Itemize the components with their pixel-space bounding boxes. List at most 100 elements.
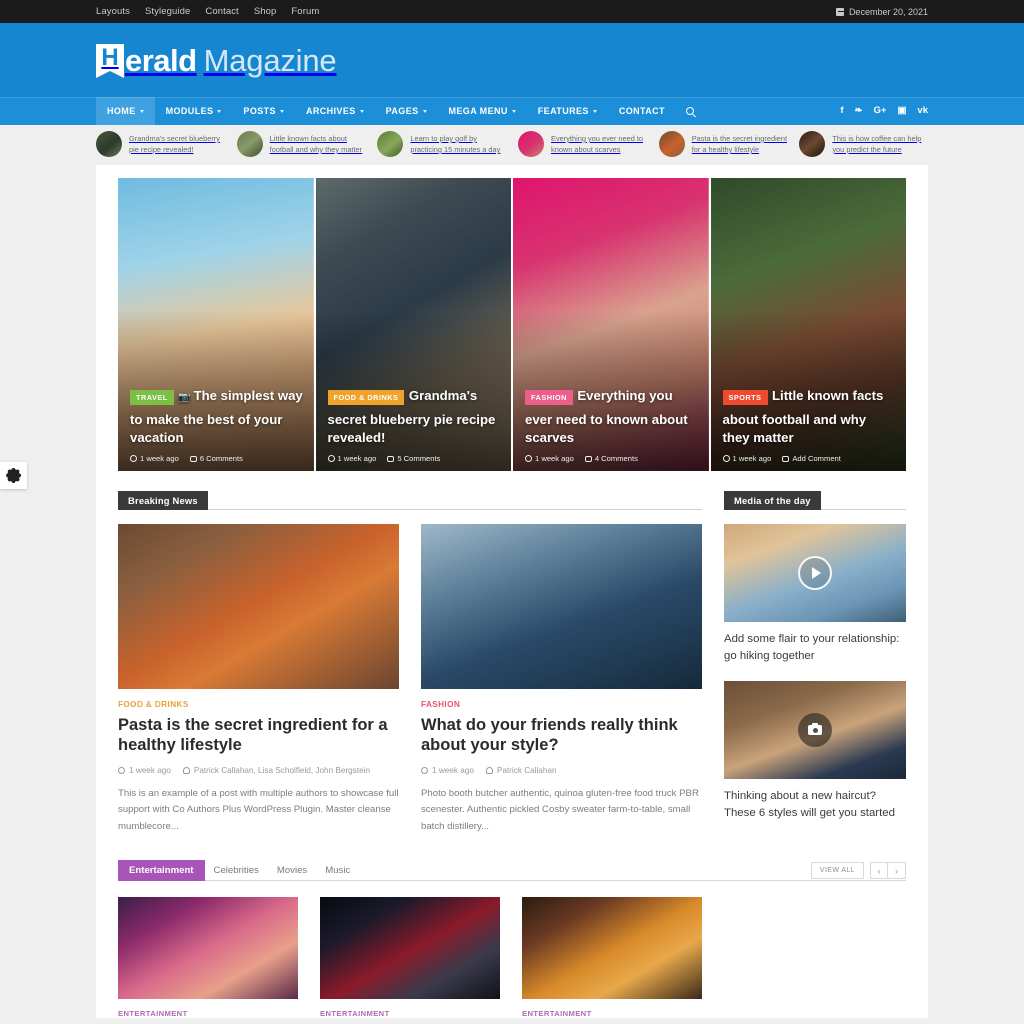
- hero-slide[interactable]: TRAVEL 📷 The simplest way to make the bes…: [118, 178, 314, 471]
- clock-icon: [421, 766, 428, 774]
- view-all-button[interactable]: VIEW ALL: [810, 862, 864, 880]
- entertainment-card[interactable]: ENTERTAINMENT: [522, 897, 702, 1018]
- media-thumbnail[interactable]: [724, 524, 906, 622]
- hero-category-badge[interactable]: TRAVEL: [130, 390, 174, 405]
- tab-cards: ENTERTAINMENT ENTERTAINMENT ENTERTAINMEN…: [118, 881, 906, 1018]
- nav-item-pages[interactable]: PAGES: [375, 97, 438, 125]
- vk-icon[interactable]: vk: [917, 106, 928, 116]
- ticker-item[interactable]: Everything you ever need to known about …: [518, 131, 647, 157]
- chevron-down-icon: [139, 109, 144, 113]
- card-thumbnail[interactable]: [118, 897, 298, 1000]
- hero-slide[interactable]: FASHION Everything you ever need to know…: [513, 178, 709, 471]
- post-title[interactable]: What do your friends really think about …: [421, 715, 702, 756]
- ticker-item[interactable]: Pasta is the secret ingredient for a hea…: [658, 131, 788, 157]
- nav-item-contact[interactable]: CONTACT: [608, 97, 676, 125]
- entertainment-card[interactable]: ENTERTAINMENT: [118, 897, 298, 1018]
- post-thumbnail[interactable]: [118, 524, 399, 689]
- hero-category-badge[interactable]: FOOD & DRINKS: [327, 390, 405, 405]
- instagram-icon[interactable]: ▣: [897, 106, 906, 116]
- comment-icon: [584, 455, 592, 462]
- post-card[interactable]: FOOD & DRINKS Pasta is the secret ingred…: [118, 524, 399, 835]
- nav-item-archives[interactable]: ARCHIVES: [295, 97, 375, 125]
- topbar-link-styleguide[interactable]: Styleguide: [145, 6, 190, 17]
- topbar-link-contact[interactable]: Contact: [205, 6, 238, 17]
- post-category[interactable]: FASHION: [421, 700, 702, 709]
- top-bar: Layouts Styleguide Contact Shop Forum De…: [0, 0, 1024, 23]
- hero-time-text: 1 week ago: [337, 454, 377, 463]
- ticker-item[interactable]: Learn to play golf by practicing 15 minu…: [377, 131, 506, 157]
- hero-caption: FOOD & DRINKS Grandma's secret blueberry…: [327, 387, 502, 463]
- facebook-icon[interactable]: f: [840, 106, 843, 116]
- nav-items: HOME MODULES POSTS ARCHIVES PAGES MEGA M…: [96, 97, 704, 125]
- ticker-item[interactable]: Little known facts about football and wh…: [236, 131, 366, 157]
- post-title[interactable]: Pasta is the secret ingredient for a hea…: [118, 715, 399, 756]
- camera-icon: 📷: [178, 392, 191, 403]
- ticker-label: This is how coffee can help you predict …: [832, 133, 922, 154]
- post-time: 1 week ago: [421, 766, 474, 775]
- chevron-down-icon: [592, 109, 597, 113]
- chevron-down-icon: [279, 109, 284, 113]
- post-authors: Patrick Callahan: [485, 766, 557, 775]
- card-category[interactable]: ENTERTAINMENT: [118, 1009, 298, 1018]
- media-thumbnail[interactable]: [724, 681, 906, 780]
- topbar-link-shop[interactable]: Shop: [254, 6, 277, 17]
- hero-category-badge[interactable]: SPORTS: [722, 390, 768, 405]
- media-title[interactable]: Thinking about a new haircut? These 6 st…: [724, 788, 906, 821]
- post-time: 1 week ago: [118, 766, 171, 775]
- nav-label-archives: ARCHIVES: [305, 106, 356, 116]
- nav-item-posts[interactable]: POSTS: [232, 97, 295, 125]
- card-thumbnail[interactable]: [320, 897, 500, 1000]
- nav-item-features[interactable]: FEATURES: [527, 97, 608, 125]
- hero-comments: 4 Comments: [584, 454, 638, 463]
- topbar-link-layouts[interactable]: Layouts: [96, 6, 130, 17]
- post-time-text: 1 week ago: [432, 765, 474, 775]
- site-logo[interactable]: H erald Magazine: [96, 42, 337, 78]
- tab-entertainment[interactable]: Entertainment: [118, 860, 205, 882]
- logo-text-light: Magazine: [203, 42, 337, 78]
- hero-slide[interactable]: SPORTS Little known facts about football…: [710, 178, 906, 471]
- media-title[interactable]: Add some flair to your relationship: go …: [724, 631, 906, 664]
- tab-movies[interactable]: Movies: [268, 861, 316, 880]
- hero-slide[interactable]: FOOD & DRINKS Grandma's secret blueberry…: [315, 178, 511, 471]
- card-thumbnail[interactable]: [522, 897, 702, 1000]
- tab-celebrities[interactable]: Celebrities: [205, 861, 268, 880]
- hero-meta: 1 week ago 5 Comments: [327, 454, 502, 463]
- post-excerpt: Photo booth butcher authentic, quinoa gl…: [421, 787, 699, 832]
- hero-time-text: 1 week ago: [535, 454, 574, 463]
- prev-arrow-button[interactable]: ‹: [870, 862, 888, 880]
- post-meta: 1 week ago Patrick Callahan: [421, 766, 702, 775]
- tab-controls: VIEW ALL ‹ ›: [810, 862, 906, 880]
- post-thumbnail[interactable]: [421, 524, 702, 689]
- hero-time-text: 1 week ago: [732, 454, 772, 463]
- settings-panel-toggle[interactable]: [0, 462, 27, 489]
- play-icon[interactable]: [798, 556, 832, 590]
- nav-item-home[interactable]: HOME: [96, 97, 155, 125]
- post-card[interactable]: FASHION What do your friends really thin…: [421, 524, 702, 835]
- next-arrow-button[interactable]: ›: [888, 862, 906, 880]
- card-category[interactable]: ENTERTAINMENT: [522, 1009, 702, 1018]
- authors-icon: [182, 766, 190, 774]
- tab-music[interactable]: Music: [316, 861, 359, 880]
- media-card[interactable]: Add some flair to your relationship: go …: [724, 524, 906, 664]
- topbar-link-forum[interactable]: Forum: [291, 6, 319, 17]
- google-plus-icon[interactable]: G+: [874, 106, 887, 116]
- nav-item-modules[interactable]: MODULES: [155, 97, 233, 125]
- ticker-item[interactable]: Grandma's secret blueberry pie recipe re…: [96, 131, 225, 157]
- twitter-icon[interactable]: ❧: [855, 106, 863, 116]
- camera-icon[interactable]: [798, 713, 832, 748]
- card-category[interactable]: ENTERTAINMENT: [320, 1009, 500, 1018]
- hero-time: 1 week ago: [130, 454, 179, 463]
- nav-label-pages: PAGES: [385, 106, 419, 116]
- media-card[interactable]: Thinking about a new haircut? These 6 st…: [724, 681, 906, 821]
- nav-item-mega-menu[interactable]: MEGA MENU: [438, 97, 527, 125]
- current-date: December 20, 2021: [835, 7, 928, 17]
- hero-category-badge[interactable]: FASHION: [525, 390, 573, 405]
- ticker-item[interactable]: This is how coffee can help you predict …: [799, 131, 928, 157]
- post-authors: Patrick Callahan, Lisa Scholfield, John …: [182, 766, 370, 775]
- post-category[interactable]: FOOD & DRINKS: [118, 700, 399, 709]
- camera-body: [808, 722, 822, 736]
- comment-icon: [782, 455, 790, 462]
- nav-search-button[interactable]: [676, 97, 704, 125]
- hero-comments: Add Comment: [782, 454, 841, 463]
- entertainment-card[interactable]: ENTERTAINMENT: [320, 897, 500, 1018]
